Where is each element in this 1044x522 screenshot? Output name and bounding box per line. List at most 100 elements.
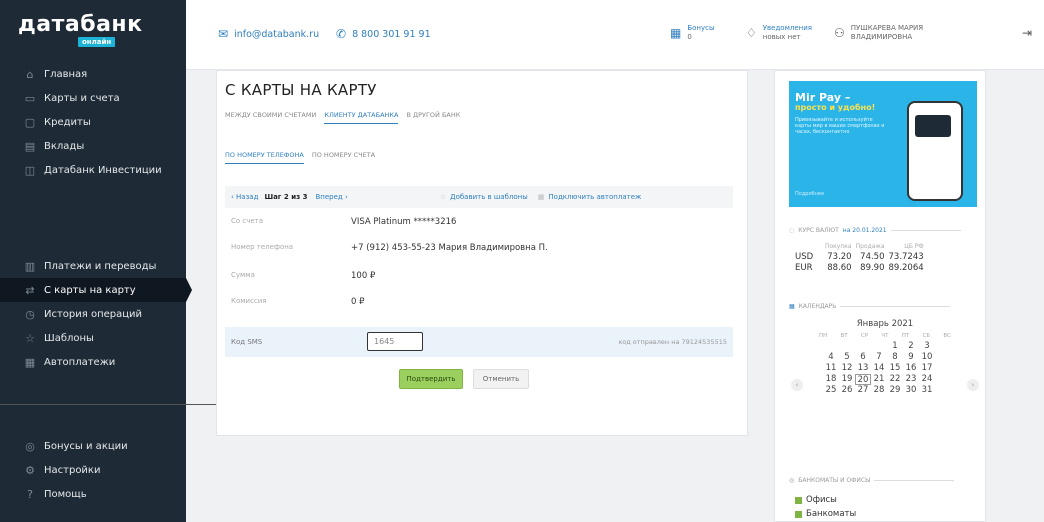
calendar-day[interactable]: 31	[919, 385, 935, 396]
add-template-link[interactable]: Добавить в шаблоны	[450, 193, 528, 201]
calendar-day[interactable]: 13	[855, 363, 871, 374]
calendar-day[interactable]: 26	[839, 385, 855, 396]
filter-atms[interactable]: Банкоматы	[795, 509, 856, 519]
user-profile[interactable]: ⚇ ПУШКАРЕВА МАРИЯ ВЛАДИМИРОВНА	[834, 24, 923, 42]
sidebar-item-gift[interactable]: ◎ Бонусы и акции	[0, 434, 186, 458]
calendar-day[interactable]: 1	[887, 341, 903, 352]
tab-databank-client[interactable]: КЛИЕНТУ ДАТАБАНКА	[324, 111, 399, 124]
sidebar-item-deposit[interactable]: ▤ Вклады	[0, 134, 186, 158]
calendar-weekday: СБ	[922, 333, 931, 339]
calendar-week: 123	[805, 341, 965, 352]
sidebar-item-star[interactable]: ☆ Шаблоны	[0, 326, 186, 350]
sidebar-item-payment[interactable]: ▥ Платежи и переводы	[0, 254, 186, 278]
currency-code: EUR	[795, 263, 813, 273]
sidebar-item-history[interactable]: ◷ История операций	[0, 302, 186, 326]
autopay-icon: ▦	[537, 193, 545, 201]
calendar-day[interactable]: 17	[919, 363, 935, 374]
calendar-day[interactable]: 20	[855, 374, 871, 385]
filter-offices[interactable]: Офисы	[795, 495, 837, 505]
calendar-day[interactable]: 23	[903, 374, 919, 385]
notifications-link[interactable]: ♢ Уведомления новых нет	[746, 24, 812, 42]
confirm-button[interactable]: Подтвердить	[399, 369, 463, 389]
autopay-link[interactable]: Подключить автоплатеж	[548, 193, 641, 201]
rates-table: Покупка Продажа ЦБ РФ USD 73.20 74.50 73…	[795, 243, 928, 274]
calendar-day[interactable]: 24	[919, 374, 935, 385]
calendar-weekday: ЧТ	[881, 333, 889, 339]
rate-sell: 89.90	[860, 263, 885, 273]
sidebar-item-bag[interactable]: ▢ Кредиты	[0, 110, 186, 134]
calendar-day[interactable]: 27	[855, 385, 871, 396]
calendar-day[interactable]: 18	[823, 374, 839, 385]
logo[interactable]: датабанк онлайн	[18, 14, 143, 47]
sidebar-item-help[interactable]: ? Помощь	[0, 482, 186, 506]
rates-date[interactable]: на 20.01.2021	[843, 227, 887, 234]
tab-other-bank[interactable]: В ДРУГОЙ БАНК	[406, 111, 460, 124]
bonus-link[interactable]: ▦ Бонусы 0	[670, 24, 715, 42]
section-divider	[874, 480, 955, 481]
page-title: С КАРТЫ НА КАРТУ	[225, 81, 377, 99]
bonus-value: 0	[687, 33, 692, 41]
sidebar-item-chart[interactable]: ◫ Датабанк Инвестиции	[0, 158, 186, 182]
help-icon: ?	[27, 487, 33, 501]
logout-button[interactable]: ⇥	[1022, 26, 1038, 40]
sms-code-input[interactable]	[367, 332, 423, 351]
calendar-day[interactable]: 21	[871, 374, 887, 385]
calendar-day[interactable]: 30	[903, 385, 919, 396]
calendar-day[interactable]: 19	[839, 374, 855, 385]
sidebar-item-gear[interactable]: ⚙ Настройки	[0, 458, 186, 482]
forward-link[interactable]: Вперед ›	[316, 193, 348, 201]
calendar-day[interactable]: 22	[887, 374, 903, 385]
rates-col-sell: Продажа	[855, 243, 885, 250]
sidebar-item-card[interactable]: ▭ Карты и счета	[0, 86, 186, 110]
calendar-day[interactable]: 2	[903, 341, 919, 352]
phone-link[interactable]: ✆ 8 800 301 91 91	[336, 27, 431, 41]
calendar-day[interactable]: 15	[887, 363, 903, 374]
cancel-button[interactable]: Отменить	[473, 369, 529, 389]
calendar-icon: ▦	[789, 303, 795, 310]
calendar-day[interactable]: 4	[823, 352, 839, 363]
deposit-icon: ▤	[24, 139, 36, 153]
calendar-day[interactable]: 16	[903, 363, 919, 374]
back-link[interactable]: ‹ Назад	[231, 193, 258, 201]
rates-icon: ◌	[789, 227, 795, 234]
calendar-next-button[interactable]: ›	[967, 379, 979, 391]
calendar-day[interactable]: 3	[919, 341, 935, 352]
calendar-weekday: СР	[860, 333, 869, 339]
calendar-day[interactable]: 11	[823, 363, 839, 374]
sidebar-item-label: Шаблоны	[44, 332, 94, 344]
tab-by-account[interactable]: ПО НОМЕРУ СЧЕТА	[312, 151, 375, 164]
mirpay-banner[interactable]: Mir Pay – просто и удобно! Привязывайте …	[789, 81, 977, 207]
sidebar-item-label: Кредиты	[44, 116, 91, 128]
calendar-day[interactable]: 14	[871, 363, 887, 374]
sidebar-item-home[interactable]: ⌂ Главная	[0, 62, 186, 86]
calendar-day[interactable]: 10	[919, 352, 935, 363]
calendar-weekdays: ПН ВТ СР ЧТ ПТ СБ ВС	[805, 333, 965, 341]
calendar-day[interactable]: 29	[887, 385, 903, 396]
calendar-day[interactable]: 28	[871, 385, 887, 396]
calendar-day[interactable]: 5	[839, 352, 855, 363]
checkbox-checked-icon	[795, 510, 802, 518]
sidebar-item-card-transfer[interactable]: ⇄ С карты на карту	[0, 278, 192, 302]
tab-by-phone[interactable]: ПО НОМЕРУ ТЕЛЕФОНА	[225, 151, 304, 164]
email-link[interactable]: ✉ info@databank.ru	[218, 27, 319, 41]
calendar-day[interactable]: 12	[839, 363, 855, 374]
row-commission: Комиссия 0 ₽	[225, 297, 365, 307]
calendar-day[interactable]: 8	[887, 352, 903, 363]
sidebar-item-autopay[interactable]: ▦ Автоплатежи	[0, 350, 186, 374]
banner-more-link[interactable]: Подробнее	[795, 191, 824, 197]
sidebar-item-label: Автоплатежи	[44, 356, 116, 368]
tab-own-accounts[interactable]: МЕЖДУ СВОИМИ СЧЕТАМИ	[225, 111, 316, 124]
calendar-day[interactable]: 25	[823, 385, 839, 396]
atm-header: ◎ БАНКОМАТЫ И ОФИСЫ	[789, 477, 955, 484]
step-bar: ‹ Назад Шаг 2 из 3 Вперед › ☆ Добавить в…	[225, 186, 733, 208]
logout-icon: ⇥	[1022, 26, 1033, 40]
row-value: 100 ₽	[351, 271, 376, 281]
calendar-day[interactable]: 7	[871, 352, 887, 363]
calendar-day[interactable]: 6	[855, 352, 871, 363]
calendar-week: 18 19 20 21 22 23 24	[805, 374, 965, 385]
sidebar-item-label: Платежи и переводы	[44, 260, 157, 272]
sidebar-item-label: Главная	[44, 68, 88, 80]
row-label: Со счета	[231, 217, 264, 225]
calendar-day[interactable]: 9	[903, 352, 919, 363]
calendar-prev-button[interactable]: ‹	[791, 379, 803, 391]
